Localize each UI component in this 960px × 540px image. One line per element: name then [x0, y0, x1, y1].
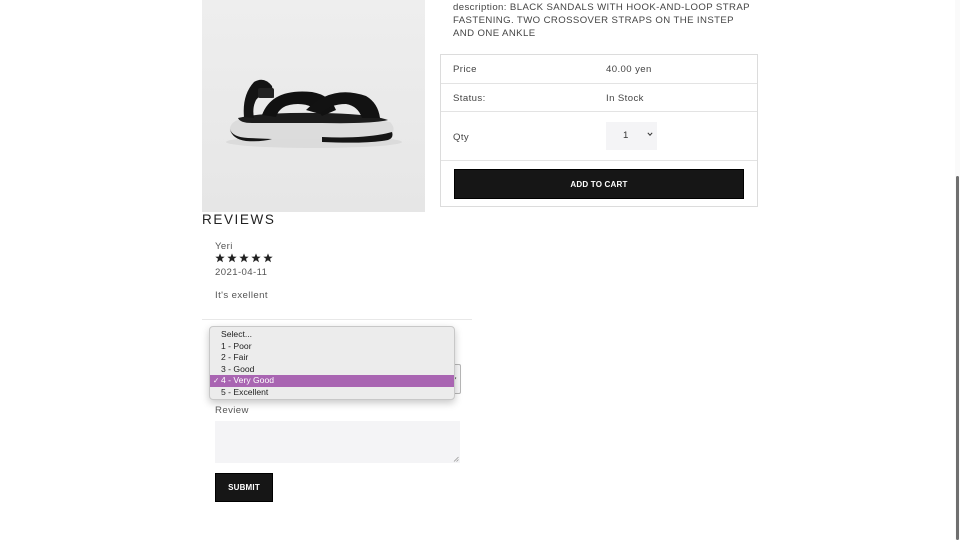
rating-option-select[interactable]: Select... — [210, 329, 454, 341]
price-label: Price — [453, 64, 477, 75]
product-info-table: Price 40.00 yen Status: In Stock Qty 1 A… — [440, 54, 758, 207]
review-rating-stars — [215, 253, 273, 263]
resize-grip-icon[interactable] — [453, 456, 459, 462]
review-textarea[interactable] — [215, 421, 460, 463]
rating-option-fair[interactable]: 2 - Fair — [210, 352, 454, 364]
product-image — [202, 0, 425, 212]
review-date: 2021-04-11 — [215, 267, 268, 278]
rating-option-label: 4 - Very Good — [221, 375, 275, 385]
qty-row: Qty 1 — [441, 112, 757, 161]
star-icon — [251, 253, 261, 263]
submit-review-button[interactable]: SUBMIT — [215, 473, 273, 502]
star-icon — [263, 253, 273, 263]
product-description: description: BLACK SANDALS WITH HOOK-AND… — [453, 2, 750, 40]
status-value: In Stock — [606, 93, 644, 104]
add-to-cart-button[interactable]: ADD TO CART — [454, 169, 744, 199]
star-icon — [227, 253, 237, 263]
qty-value: 1 — [623, 130, 629, 141]
rating-option-good[interactable]: 3 - Good — [210, 364, 454, 376]
check-icon: ✓ — [213, 376, 220, 385]
star-icon — [215, 253, 225, 263]
review-field-label: Review — [215, 405, 249, 416]
review-author: Yeri — [215, 241, 233, 252]
rating-option-very-good[interactable]: ✓ 4 - Very Good — [210, 375, 454, 387]
star-icon — [239, 253, 249, 263]
review-divider — [202, 319, 472, 320]
price-row: Price 40.00 yen — [441, 55, 757, 84]
chevron-down-icon — [647, 132, 653, 136]
qty-label: Qty — [453, 132, 470, 143]
sandal-illustration — [226, 79, 402, 148]
review-text: It's exellent — [215, 290, 268, 301]
qty-select[interactable]: 1 — [606, 122, 657, 150]
status-row: Status: In Stock — [441, 84, 757, 112]
rating-dropdown-menu: Select... 1 - Poor 2 - Fair 3 - Good ✓ 4… — [209, 326, 455, 400]
status-label: Status: — [453, 93, 486, 104]
rating-option-excellent[interactable]: 5 - Excellent — [210, 387, 454, 399]
price-value: 40.00 yen — [606, 64, 652, 75]
reviews-heading: REVIEWS — [202, 212, 276, 227]
rating-option-poor[interactable]: 1 - Poor — [210, 341, 454, 353]
scrollbar-thumb[interactable] — [956, 176, 959, 540]
